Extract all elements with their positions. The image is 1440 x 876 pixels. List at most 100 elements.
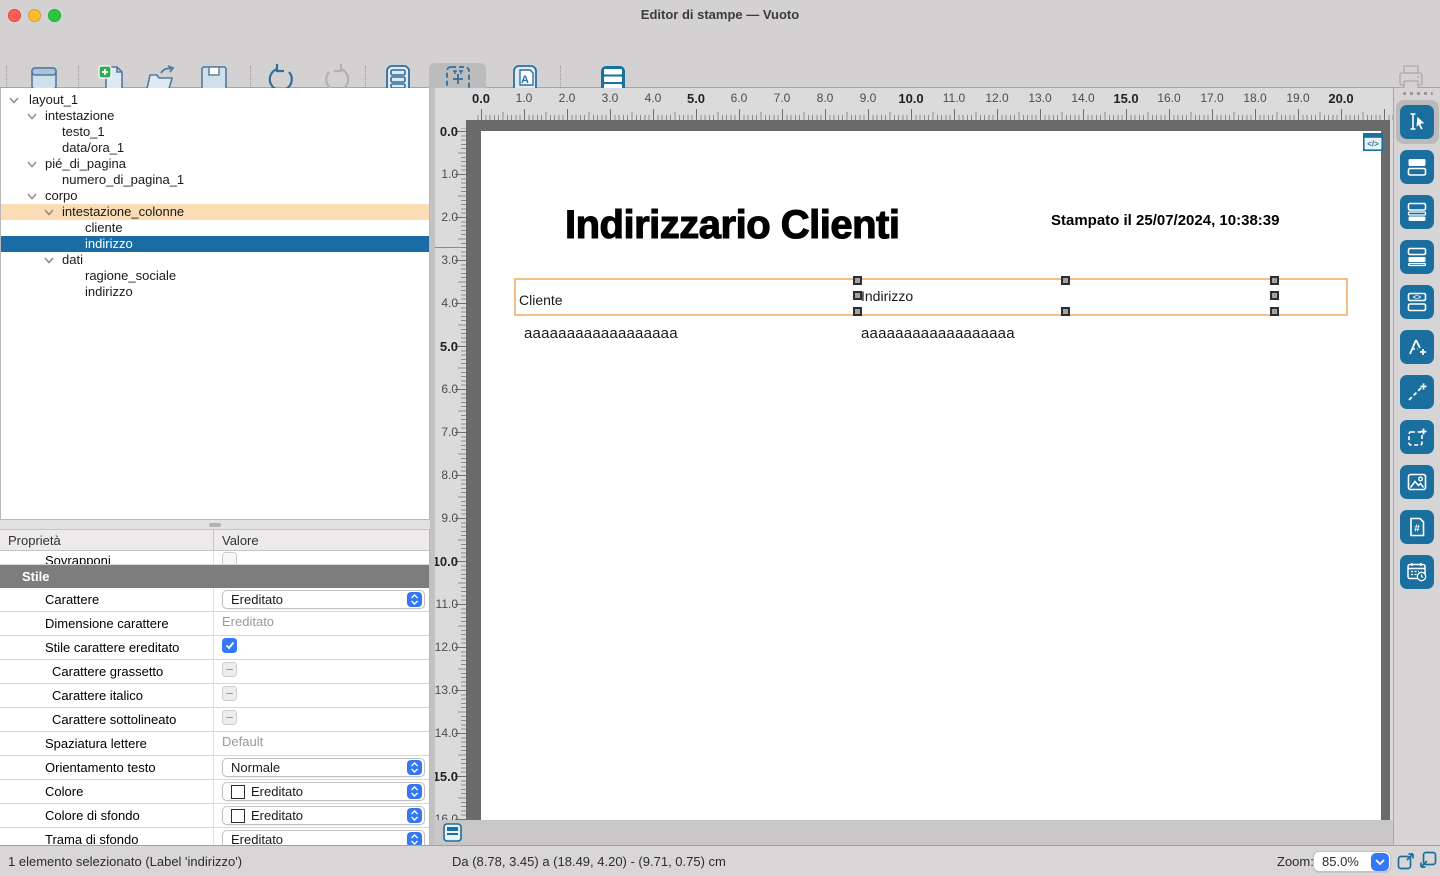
tree-item-corpo[interactable]: corpo (1, 188, 429, 204)
add-image-tool-button[interactable] (1400, 465, 1434, 499)
tree-item-pie-di-pagina[interactable]: pié_di_pagina (1, 156, 429, 172)
add-line-tool-button[interactable] (1400, 375, 1434, 409)
band-body-tool-button[interactable] (1400, 240, 1434, 274)
selected-band-outline[interactable] (514, 278, 1348, 316)
properties-header: Proprietà Valore (0, 530, 429, 551)
selection-handle-bottom-left[interactable] (853, 307, 862, 316)
ruler-tick-label: 14.0 (435, 726, 458, 740)
page-number-icon: # (1405, 515, 1429, 539)
printed-timestamp[interactable]: Stampato il 25/07/2024, 10:38:39 (1051, 212, 1279, 229)
band-body-icon (1405, 245, 1429, 269)
ruler-tick-label: 0.0 (472, 91, 490, 106)
add-rectangle-tool-button[interactable] (1400, 420, 1434, 454)
tree-item-data-ora-1[interactable]: data/ora_1 (1, 140, 429, 156)
colore-di-sfondo-popup[interactable]: Ereditato (222, 806, 425, 825)
orientamento-testo-popup[interactable]: Normale (222, 758, 425, 777)
dimensione-carattere-field[interactable]: Ereditato (222, 614, 274, 629)
ruler-tick-label: 15.0 (435, 769, 458, 784)
date-time-tool-button[interactable] (1400, 555, 1434, 589)
band-header-tool-button[interactable] (1400, 150, 1434, 184)
band-header-icon (1405, 155, 1429, 179)
carattere-sottolineato-checkbox[interactable] (222, 710, 237, 725)
zoom-to-fit-icon[interactable] (1397, 851, 1416, 870)
ruler-tick-label: 6.0 (441, 382, 458, 396)
popup-stepper-icon (407, 808, 422, 823)
svg-text:</>: </> (1367, 140, 1379, 149)
data-cell-indirizzo[interactable]: aaaaaaaaaaaaaaaaaa (861, 325, 1015, 342)
report-page[interactable]: </> Indirizzario Clienti Stampato il 25/… (481, 131, 1381, 820)
panel-splitter[interactable] (0, 520, 430, 530)
tree-item-ragione-sociale[interactable]: ragione_sociale (1, 268, 429, 284)
chevron-down-icon[interactable] (27, 193, 37, 200)
statusbar: 1 elemento selezionato (Label 'indirizzo… (0, 845, 1440, 876)
tree-item-label: cliente (85, 220, 123, 235)
selection-handle-top-right[interactable] (1270, 276, 1279, 285)
tree-item-indirizzo-selected[interactable]: indirizzo (1, 236, 429, 252)
tree-item-intestazione-colonne[interactable]: intestazione_colonne (1, 204, 429, 220)
zoom-combobox[interactable]: 85.0% (1313, 851, 1391, 872)
popup-value: Ereditato (231, 592, 283, 607)
sovrapponi-checkbox[interactable] (222, 552, 237, 565)
band-overview-icon[interactable] (443, 823, 462, 842)
spaziatura-lettere-field[interactable]: Default (222, 734, 263, 749)
selection-handle-mid-left[interactable] (853, 291, 862, 300)
ruler-tick-label: 13.0 (435, 683, 458, 697)
property-label: Colore (45, 784, 83, 799)
zoom-actual-size-icon[interactable] (1418, 851, 1437, 870)
carattere-grassetto-checkbox[interactable] (222, 662, 237, 677)
chevron-down-icon[interactable] (44, 209, 54, 216)
ruler-tick-label: 6.0 (731, 91, 748, 105)
colore-popup[interactable]: Ereditato (222, 782, 425, 801)
ruler-tick-label: 4.0 (441, 296, 458, 310)
selection-handle-top-mid[interactable] (1061, 276, 1070, 285)
tree-item-label: layout_1 (29, 92, 78, 107)
carattere-italico-checkbox[interactable] (222, 686, 237, 701)
selection-handle-mid-right[interactable] (1270, 291, 1279, 300)
sidebar-drag-handle[interactable] (1403, 92, 1433, 95)
chevron-down-icon[interactable] (27, 161, 37, 168)
tree-item-indirizzo-2[interactable]: indirizzo (1, 284, 429, 300)
chevron-down-icon[interactable] (9, 97, 19, 104)
page-number-tool-button[interactable]: # (1400, 510, 1434, 544)
add-line-icon (1405, 380, 1429, 404)
trama-di-sfondo-popup[interactable]: Ereditato (222, 830, 425, 845)
tree-item-cliente[interactable]: cliente (1, 220, 429, 236)
stile-carattere-ereditato-checkbox[interactable] (222, 638, 237, 653)
tree-item-testo-1[interactable]: testo_1 (1, 124, 429, 140)
tree-item-label: indirizzo (85, 236, 133, 251)
selection-handle-bottom-right[interactable] (1270, 307, 1279, 316)
property-label: Carattere italico (52, 688, 143, 703)
data-cell-ragione-sociale[interactable]: aaaaaaaaaaaaaaaaaa (524, 325, 678, 342)
section-header-stile: Stile (0, 565, 429, 588)
property-row-orientamento-testo: Orientamento testo Normale (0, 756, 429, 780)
tree-item-layout-1[interactable]: layout_1 (1, 92, 429, 108)
page-viewport: </> Indirizzario Clienti Stampato il 25/… (466, 120, 1390, 820)
tree-item-intestazione[interactable]: intestazione (1, 108, 429, 124)
ruler-tick-label: 4.0 (645, 91, 662, 105)
band-code-tool-button[interactable]: <> (1400, 285, 1434, 319)
selection-handle-bottom-mid[interactable] (1061, 307, 1070, 316)
add-label-tool-button[interactable] (1400, 330, 1434, 364)
code-view-icon[interactable]: </> (1363, 133, 1383, 151)
selection-handle-top-left[interactable] (853, 276, 862, 285)
chevron-down-icon[interactable] (44, 257, 54, 264)
ruler-tick-label: 11.0 (436, 597, 458, 611)
band-footer-tool-button[interactable] (1400, 195, 1434, 229)
tree-item-label: numero_di_pagina_1 (62, 172, 184, 187)
chevron-down-icon[interactable] (27, 113, 37, 120)
popup-value: Ereditato (231, 832, 283, 845)
column-header-cliente[interactable]: Cliente (519, 292, 563, 308)
tree-item-dati[interactable]: dati (1, 252, 429, 268)
tree-item-label: intestazione (45, 108, 114, 123)
carattere-popup[interactable]: Ereditato (222, 590, 425, 609)
document-title[interactable]: Indirizzario Clienti (565, 203, 899, 248)
ruler-tick-label: 14.0 (1071, 91, 1094, 105)
date-time-icon (1405, 560, 1429, 584)
ruler-tick-label: 16.0 (1157, 91, 1180, 105)
add-image-icon (1405, 470, 1429, 494)
select-tool-button[interactable] (1400, 105, 1434, 139)
ruler-tick-label: 3.0 (441, 253, 458, 267)
column-header-indirizzo[interactable]: Indirizzo (861, 288, 913, 304)
ruler-tick-label: 5.0 (687, 91, 705, 106)
tree-item-numero-di-pagina-1[interactable]: numero_di_pagina_1 (1, 172, 429, 188)
